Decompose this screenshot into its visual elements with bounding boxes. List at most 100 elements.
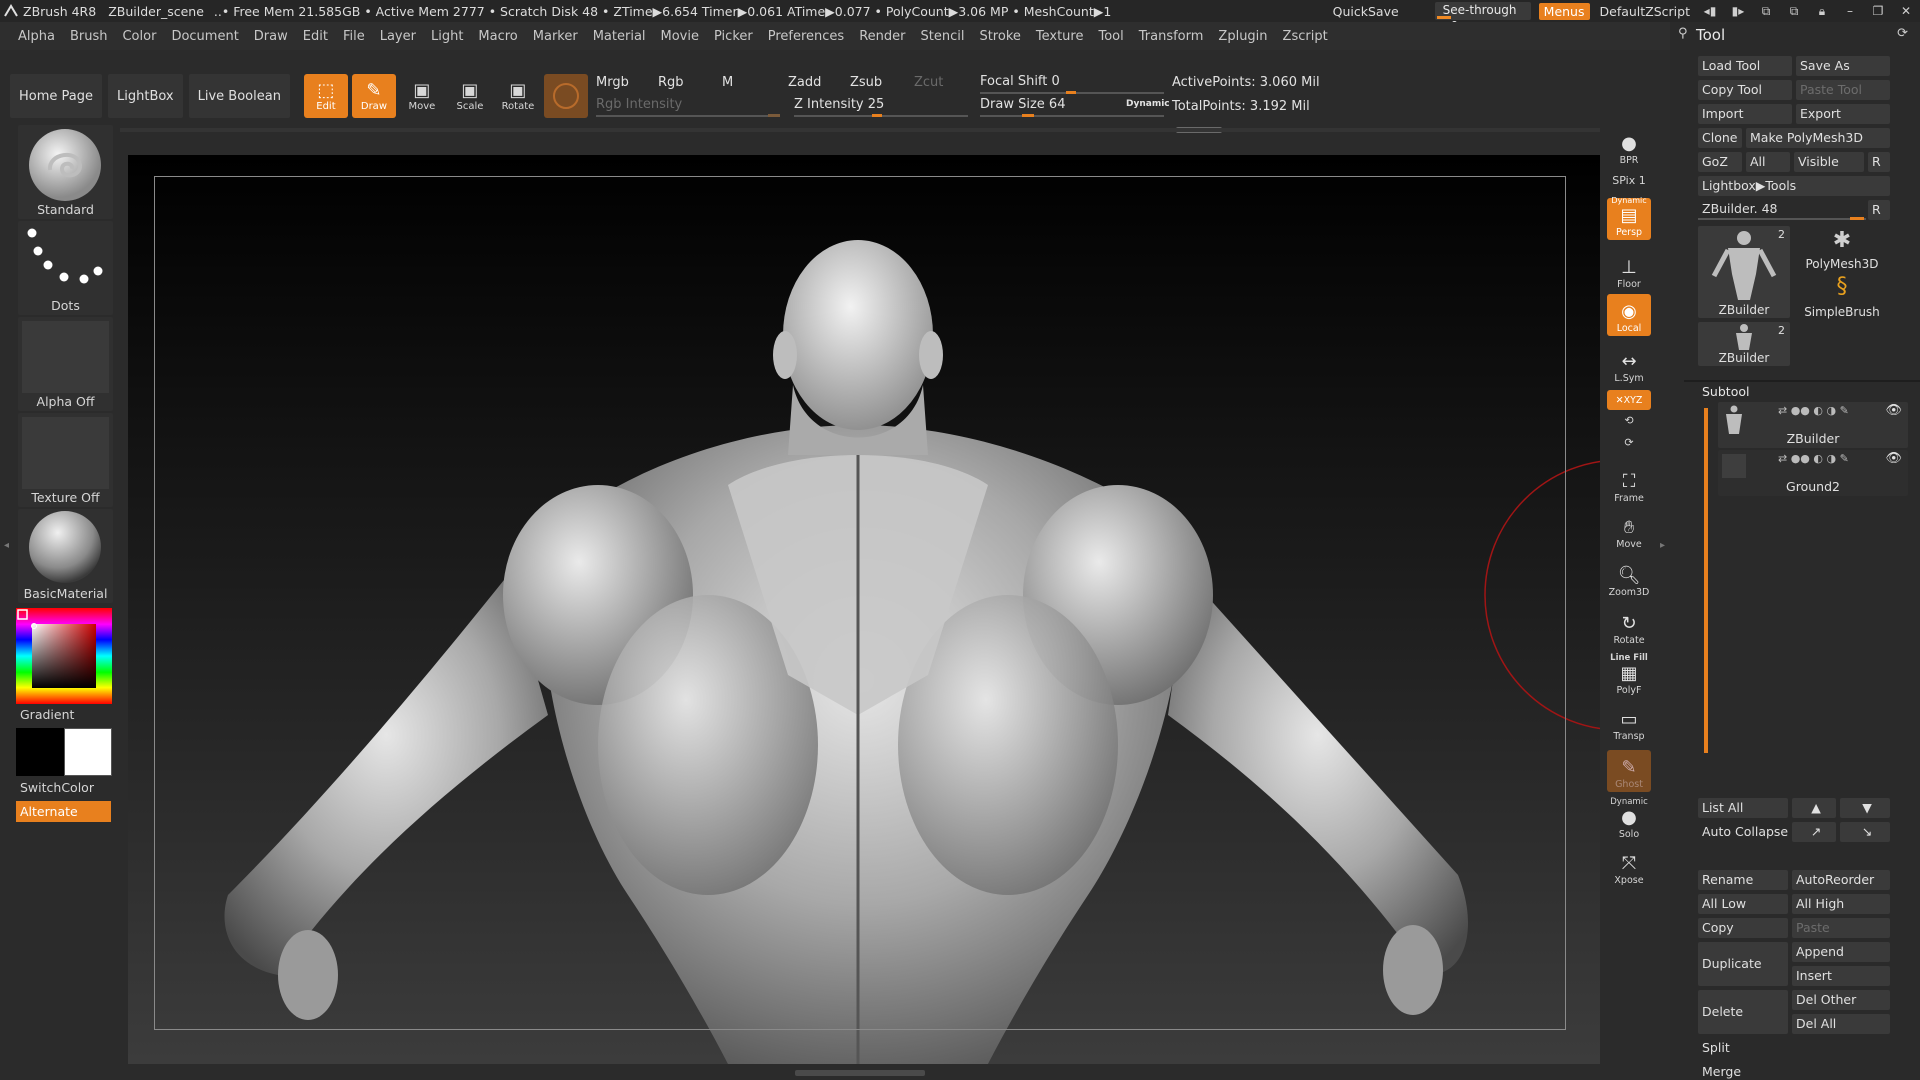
gradient-toggle[interactable]: Gradient: [20, 707, 74, 722]
arrow-down-icon[interactable]: ↘: [1840, 822, 1890, 842]
ghost-button[interactable]: ✎ Ghost: [1607, 750, 1651, 792]
menu-stencil[interactable]: Stencil: [920, 29, 964, 44]
alpha-selector[interactable]: Alpha Off: [18, 317, 113, 411]
tool-slider-handle[interactable]: [1850, 217, 1864, 220]
list-all-button[interactable]: List All: [1698, 798, 1788, 818]
menu-draw[interactable]: Draw: [254, 29, 288, 44]
menu-macro[interactable]: Macro: [478, 29, 517, 44]
del-other-button[interactable]: Del Other: [1792, 990, 1890, 1010]
draw-button[interactable]: ✎ Draw: [351, 74, 396, 118]
left-collapse-arrow-icon[interactable]: ◂: [4, 540, 9, 558]
export-button[interactable]: Export: [1796, 104, 1890, 124]
zsub-button[interactable]: Zsub: [850, 73, 882, 93]
menu-preferences[interactable]: Preferences: [768, 29, 844, 44]
see-through-slider[interactable]: See-through 0: [1434, 2, 1531, 33]
move-button[interactable]: ▣ Move: [400, 74, 444, 118]
secondary-color-swatch[interactable]: [64, 728, 112, 776]
tool-thumb-zbuilder[interactable]: 2 ZBuilder: [1698, 226, 1790, 318]
menu-render[interactable]: Render: [859, 29, 905, 44]
menu-layer[interactable]: Layer: [380, 29, 416, 44]
transp-button[interactable]: ▭ Transp: [1607, 702, 1651, 744]
canvas-viewport[interactable]: [128, 155, 1600, 1064]
mrgb-button[interactable]: Mrgb: [596, 73, 629, 93]
menu-edit[interactable]: Edit: [303, 29, 328, 44]
subtool-2-toggles-icon[interactable]: ⇄ ●● ◐ ◑ ✎: [1778, 452, 1849, 465]
floor-button[interactable]: ⊥ Floor: [1607, 250, 1651, 292]
menu-document[interactable]: Document: [171, 29, 238, 44]
subtool-item-zbuilder[interactable]: ⇄ ●● ◐ ◑ ✎ 👁︎ ZBuilder: [1718, 402, 1908, 448]
bottom-tray-handle[interactable]: [795, 1070, 925, 1076]
all-high-button[interactable]: All High: [1792, 894, 1890, 914]
scale-button[interactable]: ▣ Scale: [448, 74, 492, 118]
menus-toggle[interactable]: Menus: [1538, 2, 1590, 20]
bpr-button[interactable]: ● BPR: [1607, 126, 1651, 168]
zadd-button[interactable]: Zadd: [788, 73, 821, 93]
delete-button[interactable]: Delete: [1698, 990, 1788, 1034]
palette-refresh-icon[interactable]: ⟳: [1897, 26, 1908, 41]
default-zscript-button[interactable]: DefaultZScript: [1594, 4, 1697, 19]
menu-color[interactable]: Color: [122, 29, 156, 44]
menu-light[interactable]: Light: [431, 29, 463, 44]
zcut-button[interactable]: Zcut: [914, 73, 943, 93]
subtool-2-eye-icon[interactable]: 👁︎: [1885, 451, 1902, 466]
duplicate-button[interactable]: Duplicate: [1698, 942, 1788, 986]
solo-button[interactable]: Dynamic ● Solo: [1607, 796, 1651, 842]
home-page-tab[interactable]: Home Page: [10, 74, 102, 118]
rgb-button[interactable]: Rgb: [658, 73, 684, 93]
tool-r-button[interactable]: R: [1868, 200, 1890, 220]
lsym-button[interactable]: ↔ L.Sym: [1607, 344, 1651, 386]
goz-button[interactable]: GoZ: [1698, 152, 1742, 172]
dynamic-toggle[interactable]: Dynamic: [1126, 94, 1170, 114]
frame-button[interactable]: ⛶ Frame: [1607, 464, 1651, 506]
arrow-up-icon[interactable]: ↗: [1792, 822, 1836, 842]
rotate-z-icon[interactable]: ⟳: [1607, 436, 1651, 449]
alternate-toggle[interactable]: Alternate: [16, 801, 111, 822]
menu-marker[interactable]: Marker: [533, 29, 578, 44]
layout-prev-icon[interactable]: ◂▮: [1700, 4, 1720, 18]
subtool-item-ground2[interactable]: ⇄ ●● ◐ ◑ ✎ 👁︎ Ground2: [1718, 450, 1908, 496]
tool-thumb-simplebrush[interactable]: § SimpleBrush: [1794, 274, 1890, 320]
split-header[interactable]: Split: [1698, 1038, 1890, 1058]
tool-thumb-zbuilder-2[interactable]: 2 ZBuilder: [1698, 322, 1790, 366]
make-polymesh-button[interactable]: Make PolyMesh3D: [1746, 128, 1890, 148]
layout-next-icon[interactable]: ▮▸: [1728, 4, 1748, 18]
rotate-button[interactable]: ▣ Rotate: [496, 74, 540, 118]
brush-selector[interactable]: Standard: [18, 125, 113, 219]
copy-subtool-button[interactable]: Copy: [1698, 918, 1788, 938]
texture-selector[interactable]: Texture Off: [18, 413, 113, 507]
lightbox-tab[interactable]: LightBox: [108, 74, 183, 118]
z-intensity-slider[interactable]: Z Intensity 25: [794, 95, 884, 115]
layout-2-icon[interactable]: ⧉: [1784, 4, 1804, 18]
menu-file[interactable]: File: [343, 29, 365, 44]
close-icon[interactable]: ✕: [1896, 4, 1916, 18]
main-color-swatch[interactable]: [16, 728, 64, 776]
move-down-icon[interactable]: ▼: [1840, 798, 1890, 818]
restore-icon[interactable]: ❐: [1868, 4, 1888, 18]
insert-button[interactable]: Insert: [1792, 966, 1890, 986]
subtool-toggles-icon[interactable]: ⇄ ●● ◐ ◑ ✎: [1778, 404, 1849, 417]
menu-alpha[interactable]: Alpha: [18, 29, 55, 44]
menu-texture[interactable]: Texture: [1036, 29, 1084, 44]
live-boolean-tab[interactable]: Live Boolean: [188, 74, 290, 118]
subtool-scrollbar[interactable]: [1704, 408, 1708, 753]
clone-button[interactable]: Clone: [1698, 128, 1742, 148]
append-button[interactable]: Append: [1792, 942, 1890, 962]
pin-icon[interactable]: ⚲: [1678, 26, 1688, 41]
m-button[interactable]: M: [722, 73, 733, 93]
switch-color-button[interactable]: SwitchColor: [20, 780, 94, 795]
menu-transform[interactable]: Transform: [1139, 29, 1204, 44]
rename-button[interactable]: Rename: [1698, 870, 1788, 890]
rotate-y-icon[interactable]: ⟲: [1607, 414, 1651, 427]
material-swatch-button[interactable]: [544, 74, 588, 118]
auto-collapse-button[interactable]: Auto Collapse: [1698, 822, 1788, 842]
save-as-button[interactable]: Save As: [1796, 56, 1890, 76]
load-tool-button[interactable]: Load Tool: [1698, 56, 1792, 76]
material-selector[interactable]: BasicMaterial: [18, 509, 113, 603]
menu-material[interactable]: Material: [593, 29, 646, 44]
import-button[interactable]: Import: [1698, 104, 1792, 124]
quicksave-button[interactable]: QuickSave: [1327, 4, 1405, 19]
tool-thumb-polymesh3d[interactable]: ✱ PolyMesh3D: [1794, 226, 1890, 272]
paste-tool-button[interactable]: Paste Tool: [1796, 80, 1890, 100]
stroke-selector[interactable]: Dots: [18, 221, 113, 315]
draw-size-slider[interactable]: Draw Size 64: [980, 95, 1065, 115]
